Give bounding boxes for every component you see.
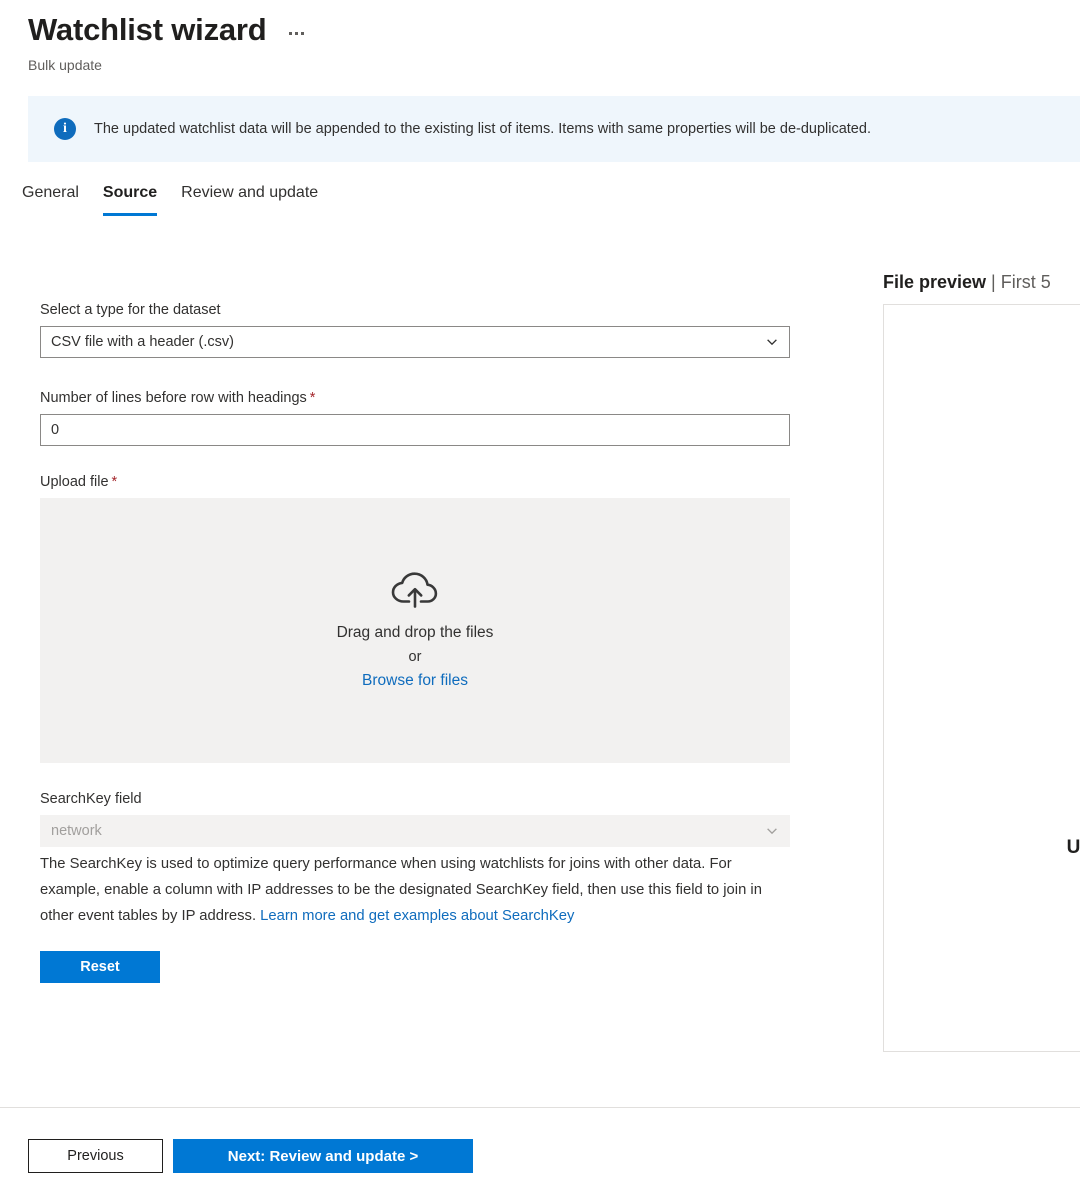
search-key-learn-more-link[interactable]: Learn more and get examples about Search… <box>260 908 574 924</box>
lines-before-headings-label-text: Number of lines before row with headings <box>40 390 307 406</box>
file-preview-title: File preview <box>883 272 986 292</box>
source-form: Select a type for the dataset CSV file w… <box>40 300 790 983</box>
upload-file-label: Upload file* <box>40 472 790 492</box>
info-icon: i <box>54 118 76 140</box>
upload-file-label-text: Upload file <box>40 474 109 490</box>
dropzone-drag-text: Drag and drop the files <box>337 621 494 645</box>
info-banner: i The updated watchlist data will be app… <box>28 96 1080 162</box>
browse-for-files-link[interactable]: Browse for files <box>362 669 468 693</box>
dropzone-or-text: or <box>409 645 422 669</box>
ellipsis-dot-icon <box>301 32 304 35</box>
more-options-button[interactable] <box>285 26 308 41</box>
tab-source[interactable]: Source <box>91 178 169 216</box>
footer-separator <box>0 1107 1080 1108</box>
tab-review-and-update[interactable]: Review and update <box>169 178 330 216</box>
lines-before-headings-label: Number of lines before row with headings… <box>40 388 790 408</box>
lines-before-headings-value: 0 <box>51 422 59 438</box>
reset-button[interactable]: Reset <box>40 951 160 983</box>
file-preview-subtitle: First 5 <box>1001 272 1051 292</box>
cloud-upload-icon <box>389 569 441 609</box>
ellipsis-dot-icon <box>295 32 298 35</box>
lines-before-headings-input[interactable]: 0 <box>40 414 790 446</box>
file-preview-empty-message: Uploa <box>884 837 1080 859</box>
chevron-down-icon <box>765 335 779 349</box>
previous-button[interactable]: Previous <box>28 1139 163 1173</box>
wizard-footer: Previous Next: Review and update > <box>28 1139 473 1173</box>
page-subtitle: Bulk update <box>28 56 1068 74</box>
dataset-type-value: CSV file with a header (.csv) <box>51 334 234 350</box>
title-row: Watchlist wizard <box>28 10 1068 50</box>
page-title: Watchlist wizard <box>28 10 267 50</box>
page-header: Watchlist wizard Bulk update <box>28 10 1068 74</box>
search-key-value: network <box>51 823 102 839</box>
file-preview-panel: File preview | First 5 Uploa <box>883 270 1080 1052</box>
next-review-and-update-button[interactable]: Next: Review and update > <box>173 1139 473 1173</box>
dataset-type-label: Select a type for the dataset <box>40 300 790 320</box>
chevron-down-icon <box>765 824 779 838</box>
file-preview-box: Uploa <box>883 304 1080 1052</box>
search-key-label: SearchKey field <box>40 789 790 809</box>
search-key-select[interactable]: network <box>40 815 790 847</box>
info-banner-message: The updated watchlist data will be appen… <box>94 119 871 139</box>
search-key-help-text: The SearchKey is used to optimize query … <box>40 851 780 929</box>
required-asterisk: * <box>112 474 118 490</box>
file-preview-heading: File preview | First 5 <box>883 270 1080 294</box>
ellipsis-dot-icon <box>289 32 292 35</box>
wizard-tabs: General Source Review and update <box>10 178 330 216</box>
file-preview-separator: | <box>986 272 1001 292</box>
required-asterisk: * <box>310 390 316 406</box>
dataset-type-select[interactable]: CSV file with a header (.csv) <box>40 326 790 358</box>
file-dropzone[interactable]: Drag and drop the files or Browse for fi… <box>40 498 790 763</box>
tab-general[interactable]: General <box>10 178 91 216</box>
